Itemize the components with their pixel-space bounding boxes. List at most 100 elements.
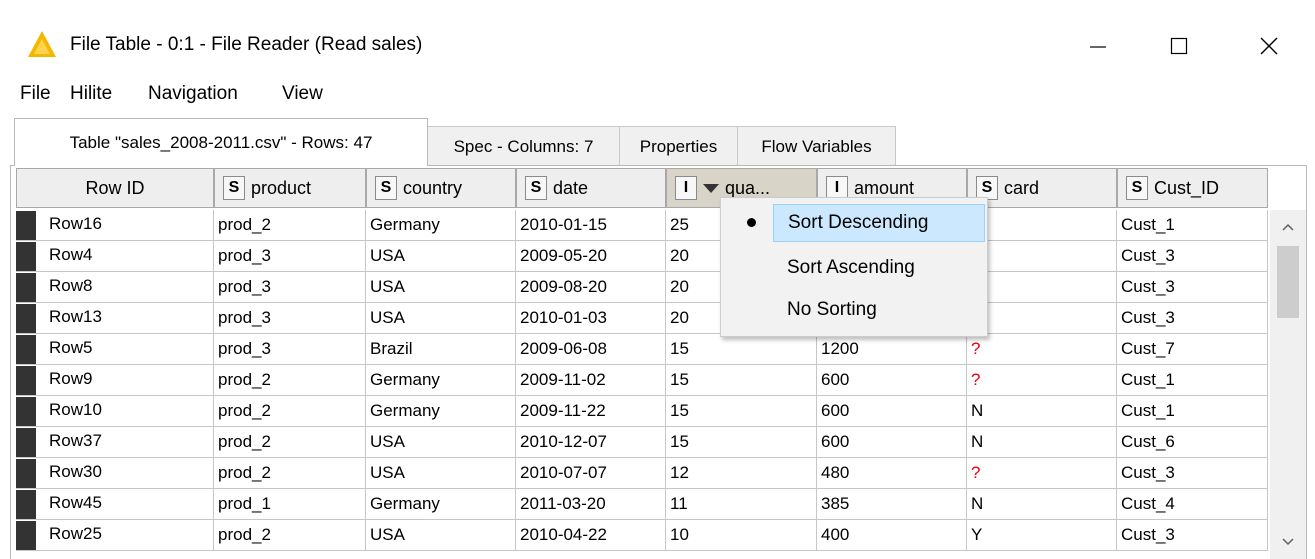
product-cell[interactable]: prod_3: [214, 334, 366, 365]
cust-id-cell[interactable]: Cust_3: [1117, 272, 1268, 303]
tab-properties[interactable]: Properties: [619, 126, 738, 166]
cust-id-cell[interactable]: Cust_1: [1117, 396, 1268, 427]
card-cell[interactable]: ?: [967, 458, 1117, 489]
cust-id-cell[interactable]: Cust_6: [1117, 427, 1268, 458]
product-cell[interactable]: prod_1: [214, 489, 366, 520]
quantity-cell[interactable]: 15: [666, 396, 817, 427]
amount-cell[interactable]: 1200: [817, 334, 967, 365]
row-id-cell[interactable]: Row30: [16, 458, 214, 489]
product-cell[interactable]: prod_3: [214, 272, 366, 303]
scroll-down-button[interactable]: [1270, 525, 1306, 559]
quantity-cell[interactable]: 10: [666, 520, 817, 551]
no-sorting-item[interactable]: No Sorting: [723, 291, 985, 329]
card-cell[interactable]: [967, 210, 1117, 241]
cust-id-cell[interactable]: Cust_3: [1117, 458, 1268, 489]
menu-hilite[interactable]: Hilite: [70, 83, 112, 105]
menu-navigation[interactable]: Navigation: [148, 83, 238, 105]
date-cell[interactable]: 2009-08-20: [516, 272, 666, 303]
sort-descending-icon[interactable]: [703, 183, 719, 193]
product-cell[interactable]: prod_3: [214, 303, 366, 334]
country-cell[interactable]: USA: [366, 520, 516, 551]
date-cell[interactable]: 2010-07-07: [516, 458, 666, 489]
country-cell[interactable]: USA: [366, 303, 516, 334]
amount-cell[interactable]: 600: [817, 365, 967, 396]
cust-id-cell[interactable]: Cust_1: [1117, 365, 1268, 396]
date-cell[interactable]: 2009-11-22: [516, 396, 666, 427]
date-cell[interactable]: 2009-05-20: [516, 241, 666, 272]
menu-file[interactable]: File: [20, 83, 51, 105]
cust-id-cell[interactable]: Cust_1: [1117, 210, 1268, 241]
minimize-button[interactable]: [1075, 26, 1121, 66]
country-cell[interactable]: Germany: [366, 210, 516, 241]
country-cell[interactable]: Germany: [366, 396, 516, 427]
tab-flow-variables[interactable]: Flow Variables: [737, 126, 896, 166]
card-cell[interactable]: N: [967, 396, 1117, 427]
row-id-cell[interactable]: Row45: [16, 489, 214, 520]
product-cell[interactable]: prod_2: [214, 396, 366, 427]
sort-descending-item[interactable]: Sort Descending: [723, 204, 985, 242]
cust-id-cell[interactable]: Cust_3: [1117, 241, 1268, 272]
product-cell[interactable]: prod_2: [214, 458, 366, 489]
tab-table[interactable]: Table "sales_2008-2011.csv" - Rows: 47: [14, 118, 428, 166]
column-header-rowid[interactable]: Row ID: [16, 168, 214, 208]
country-cell[interactable]: USA: [366, 458, 516, 489]
card-cell[interactable]: Y: [967, 520, 1117, 551]
vertical-scrollbar[interactable]: [1270, 210, 1306, 559]
sort-ascending-item[interactable]: Sort Ascending: [723, 249, 985, 287]
card-cell[interactable]: [967, 272, 1117, 303]
column-header-product[interactable]: S product: [214, 168, 366, 208]
quantity-cell[interactable]: 15: [666, 334, 817, 365]
amount-cell[interactable]: 400: [817, 520, 967, 551]
menu-view[interactable]: View: [282, 83, 323, 105]
quantity-cell[interactable]: 15: [666, 427, 817, 458]
cust-id-cell[interactable]: Cust_3: [1117, 520, 1268, 551]
tab-spec[interactable]: Spec - Columns: 7: [427, 126, 620, 166]
date-cell[interactable]: 2010-01-15: [516, 210, 666, 241]
cust-id-cell[interactable]: Cust_3: [1117, 303, 1268, 334]
amount-cell[interactable]: 600: [817, 396, 967, 427]
product-cell[interactable]: prod_2: [214, 427, 366, 458]
scroll-thumb[interactable]: [1277, 246, 1299, 318]
card-cell[interactable]: [967, 241, 1117, 272]
close-button[interactable]: [1246, 26, 1292, 66]
row-id-cell[interactable]: Row9: [16, 365, 214, 396]
amount-cell[interactable]: 600: [817, 427, 967, 458]
card-cell[interactable]: N: [967, 427, 1117, 458]
column-header-date[interactable]: S date: [516, 168, 666, 208]
row-id-cell[interactable]: Row13: [16, 303, 214, 334]
date-cell[interactable]: 2010-12-07: [516, 427, 666, 458]
quantity-cell[interactable]: 15: [666, 365, 817, 396]
country-cell[interactable]: Brazil: [366, 334, 516, 365]
row-id-cell[interactable]: Row25: [16, 520, 214, 551]
row-id-cell[interactable]: Row4: [16, 241, 214, 272]
row-id-cell[interactable]: Row16: [16, 210, 214, 241]
product-cell[interactable]: prod_2: [214, 210, 366, 241]
country-cell[interactable]: Germany: [366, 489, 516, 520]
product-cell[interactable]: prod_2: [214, 520, 366, 551]
amount-cell[interactable]: 385: [817, 489, 967, 520]
date-cell[interactable]: 2010-01-03: [516, 303, 666, 334]
card-cell[interactable]: ?: [967, 365, 1117, 396]
date-cell[interactable]: 2010-04-22: [516, 520, 666, 551]
row-id-cell[interactable]: Row8: [16, 272, 214, 303]
country-cell[interactable]: USA: [366, 241, 516, 272]
country-cell[interactable]: USA: [366, 272, 516, 303]
row-id-cell[interactable]: Row10: [16, 396, 214, 427]
card-cell[interactable]: [967, 303, 1117, 334]
date-cell[interactable]: 2011-03-20: [516, 489, 666, 520]
column-header-cust-id[interactable]: S Cust_ID: [1117, 168, 1268, 208]
product-cell[interactable]: prod_2: [214, 365, 366, 396]
row-id-cell[interactable]: Row37: [16, 427, 214, 458]
quantity-cell[interactable]: 11: [666, 489, 817, 520]
quantity-cell[interactable]: 12: [666, 458, 817, 489]
card-cell[interactable]: N: [967, 489, 1117, 520]
row-id-cell[interactable]: Row5: [16, 334, 214, 365]
column-header-card[interactable]: S card: [967, 168, 1117, 208]
card-cell[interactable]: ?: [967, 334, 1117, 365]
column-header-country[interactable]: S country: [366, 168, 516, 208]
date-cell[interactable]: 2009-11-02: [516, 365, 666, 396]
cust-id-cell[interactable]: Cust_7: [1117, 334, 1268, 365]
scroll-up-button[interactable]: [1270, 210, 1306, 244]
product-cell[interactable]: prod_3: [214, 241, 366, 272]
country-cell[interactable]: USA: [366, 427, 516, 458]
